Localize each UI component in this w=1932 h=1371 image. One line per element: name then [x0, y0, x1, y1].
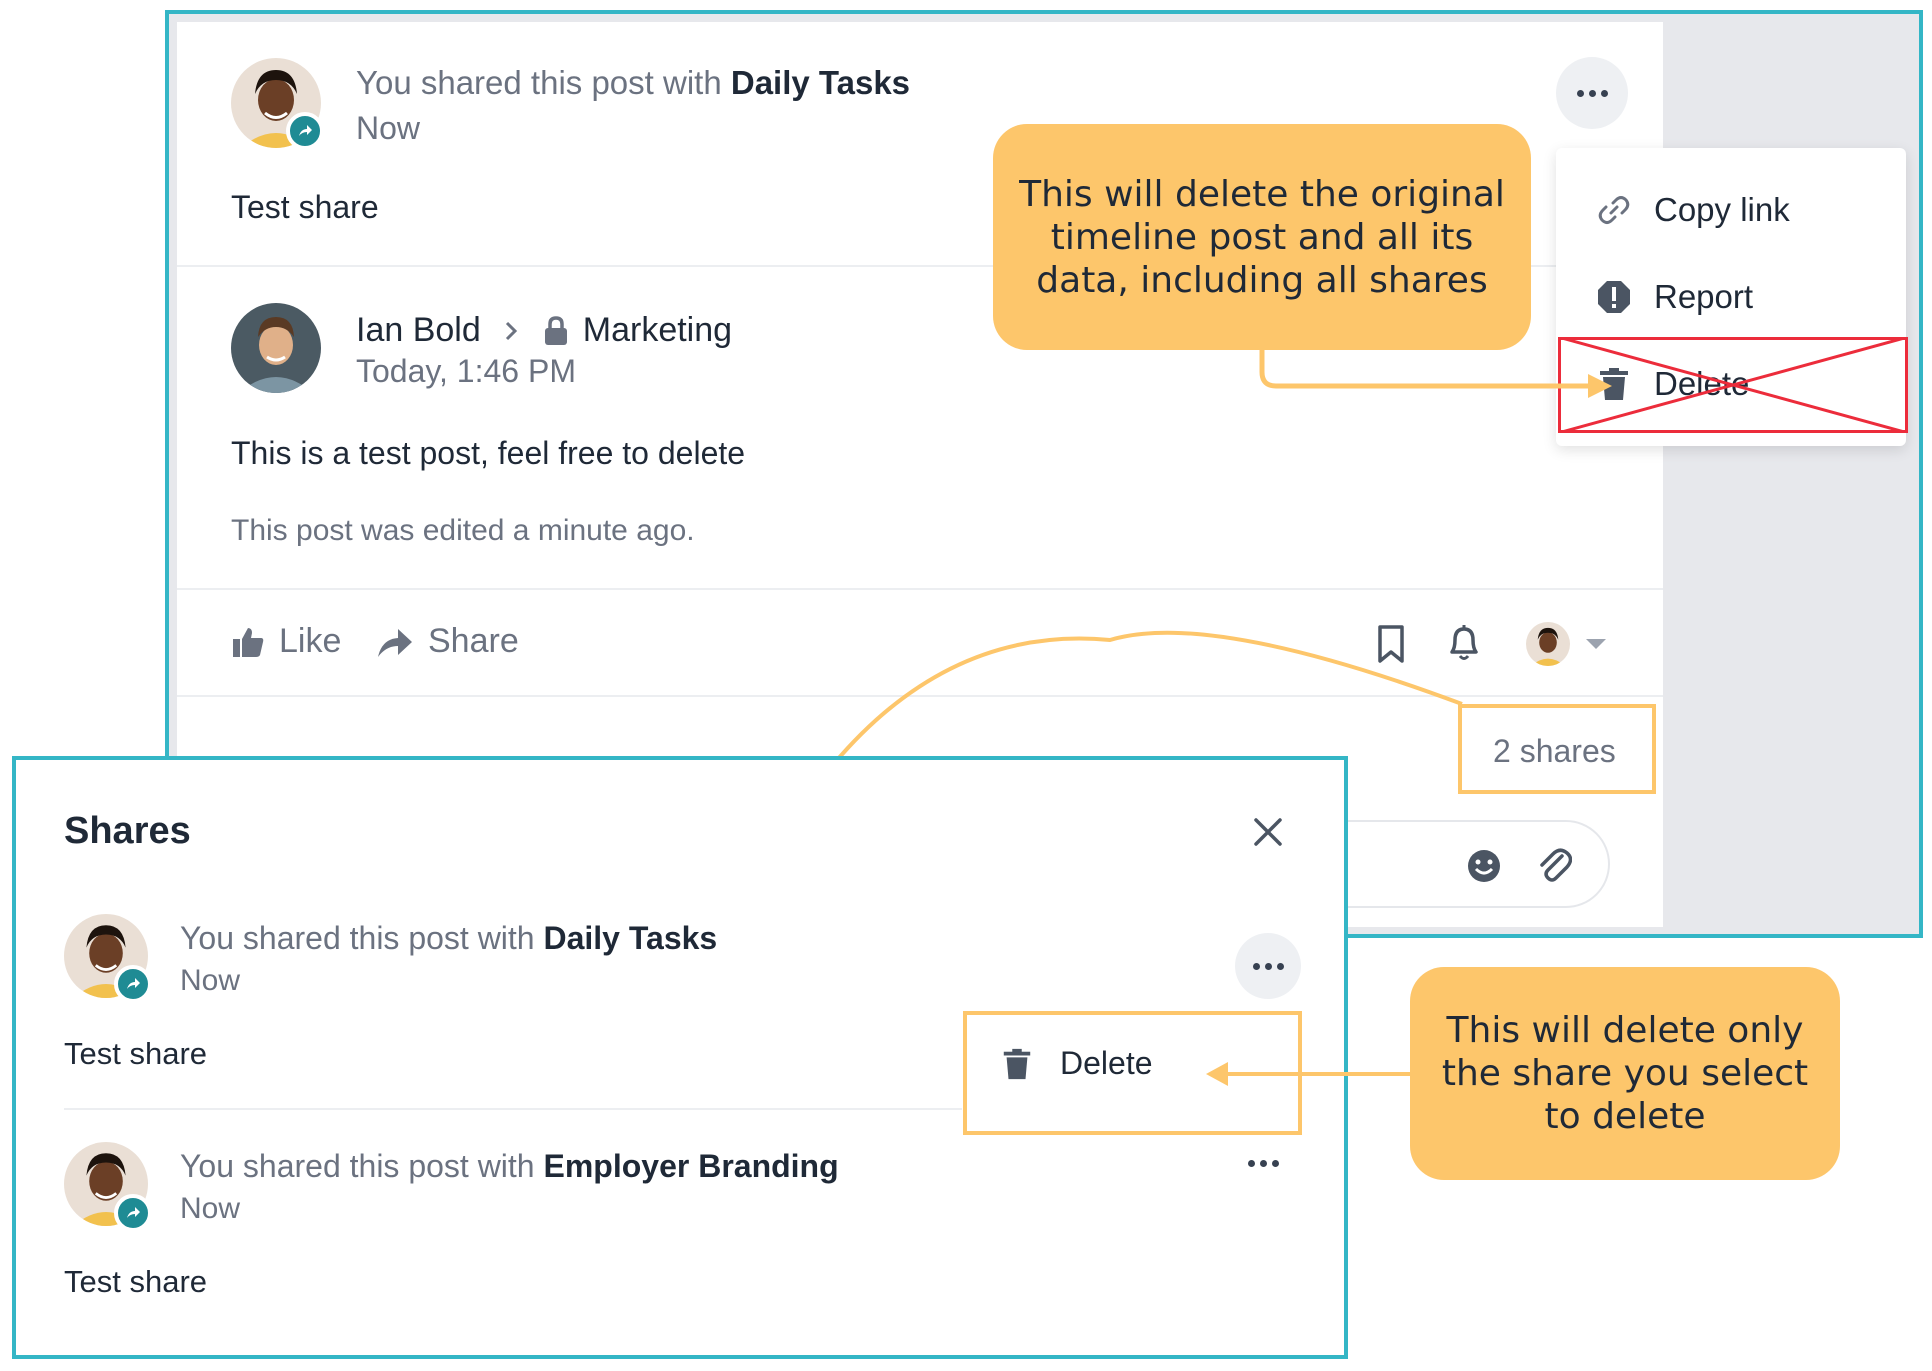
shared-badge-icon — [114, 1194, 152, 1232]
share-more-button[interactable] — [1235, 933, 1301, 999]
menu-item-report[interactable]: Report — [1556, 262, 1906, 332]
emoji-icon[interactable] — [1466, 848, 1502, 884]
callout-delete-original: This will delete the original timeline p… — [993, 124, 1531, 350]
post-author-line: Ian Bold Marketing — [356, 311, 732, 350]
bell-icon[interactable] — [1446, 622, 1482, 664]
share-body: Test share — [64, 1264, 208, 1299]
share-time: Now — [356, 110, 421, 146]
share-target[interactable]: Daily Tasks — [731, 64, 910, 101]
link-icon — [1598, 196, 1630, 224]
author-name[interactable]: Ian Bold — [356, 311, 481, 350]
post-time: Today, 1:46 PM — [356, 353, 576, 389]
author-avatar[interactable] — [231, 303, 321, 393]
space-name[interactable]: Marketing — [583, 311, 732, 350]
attachment-icon[interactable] — [1536, 846, 1572, 886]
menu-item-label: Report — [1654, 278, 1754, 315]
menu-item-copy-link[interactable]: Copy link — [1556, 175, 1906, 245]
delete-highlight — [963, 1011, 1302, 1135]
close-icon[interactable] — [1253, 817, 1283, 847]
share-target[interactable]: Daily Tasks — [543, 920, 717, 956]
post-as-avatar[interactable] — [1526, 622, 1570, 666]
shared-badge-icon — [114, 965, 152, 1003]
bookmark-icon[interactable] — [1374, 624, 1408, 664]
chevron-down-icon[interactable] — [1584, 637, 1608, 651]
menu-item-label: Copy link — [1654, 191, 1790, 228]
share-divider — [64, 1108, 962, 1110]
share-description: You shared this post with Employer Brand… — [180, 1148, 839, 1184]
actions-divider-bottom — [177, 695, 1663, 697]
share-arrow-icon — [378, 628, 412, 657]
shares-count-highlight — [1458, 704, 1656, 794]
share-more-button[interactable] — [1248, 1160, 1279, 1167]
callout-delete-share: This will delete only the share you sele… — [1410, 967, 1840, 1180]
share-body: Test share — [231, 189, 379, 225]
chevron-right-icon — [505, 321, 517, 340]
edited-note: This post was edited a minute ago. — [231, 514, 695, 547]
lock-icon — [544, 315, 567, 345]
thumbs-up-icon — [233, 627, 264, 657]
share-button[interactable]: Share — [376, 622, 519, 661]
actions-divider-top — [177, 588, 1663, 590]
share-description: You shared this post with Daily Tasks — [356, 64, 911, 101]
share-body: Test share — [64, 1036, 208, 1071]
share-target[interactable]: Employer Branding — [543, 1148, 838, 1184]
strike-cross — [1558, 337, 1908, 433]
like-button[interactable]: Like — [231, 622, 341, 661]
report-icon — [1598, 281, 1630, 313]
post-body: This is a test post, feel free to delete — [231, 435, 746, 471]
shared-badge-icon — [286, 112, 324, 150]
share-time: Now — [180, 964, 241, 997]
share-time: Now — [180, 1192, 241, 1225]
post-more-button[interactable] — [1556, 57, 1628, 129]
modal-title: Shares — [64, 810, 191, 852]
share-description: You shared this post with Daily Tasks — [180, 920, 718, 956]
